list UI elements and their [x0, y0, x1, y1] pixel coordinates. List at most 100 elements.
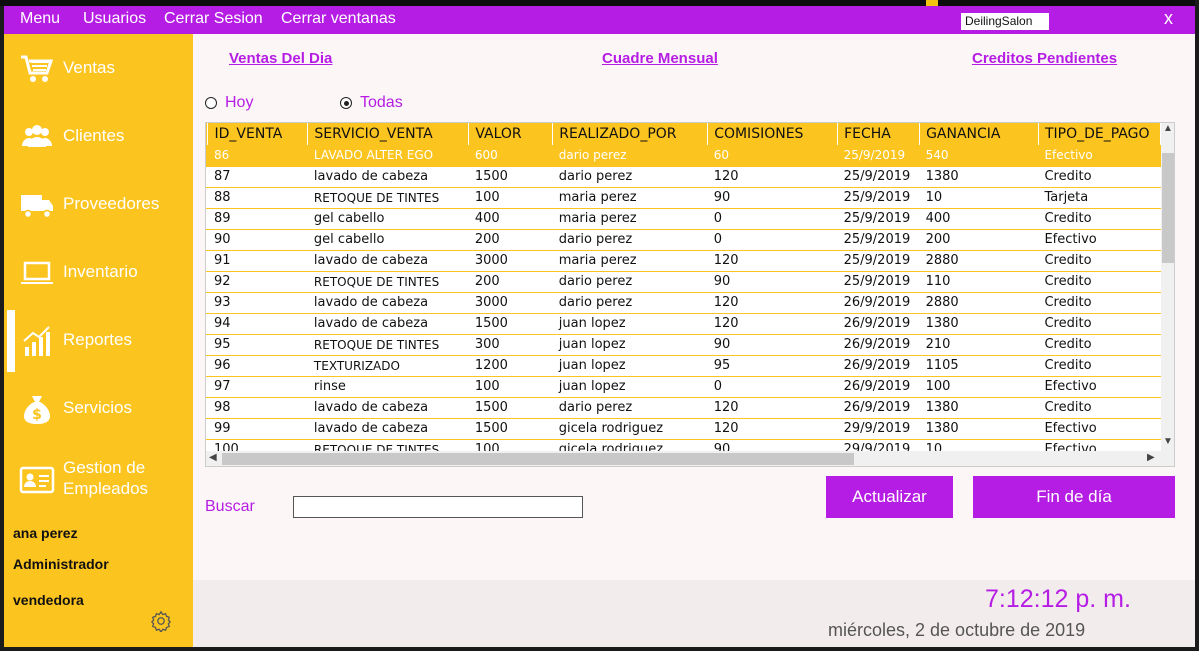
- table-cell: dario perez: [552, 292, 708, 314]
- table-cell: 96: [207, 355, 308, 377]
- user-name: ana perez: [13, 525, 78, 541]
- vertical-scrollbar[interactable]: ▲ ▼: [1161, 123, 1174, 451]
- table-row[interactable]: 92 RETOQUE DE TINTES 200 dario perez 90 25/9/…: [206, 271, 1161, 293]
- table-cell: 3000: [468, 292, 553, 314]
- sidebar-item-label: Reportes: [63, 330, 132, 349]
- sidebar-item-label: Clientes: [63, 126, 125, 145]
- menu-item-menu[interactable]: Menu: [20, 10, 60, 28]
- table-cell: 94: [207, 313, 308, 335]
- radio-circle: [340, 97, 352, 109]
- creditos-pendientes-link[interactable]: Creditos Pendientes: [972, 50, 1117, 67]
- table-row[interactable]: 100 RETOQUE DE TINTES 100 gicela rodriguez 9…: [206, 439, 1161, 451]
- table-row[interactable]: 96 TEXTURIZADO 1200 juan lopez 95 26/9/2019 11…: [206, 355, 1161, 377]
- scroll-right-icon[interactable]: ▶: [1147, 452, 1155, 463]
- table-cell: 25/9/2019: [837, 208, 920, 230]
- fin-de-dia-button[interactable]: Fin de día: [973, 476, 1175, 518]
- scroll-up-icon[interactable]: ▲: [1163, 123, 1173, 134]
- sidebar-item-inventario[interactable]: Inventario: [4, 243, 193, 303]
- table-cell: 90: [707, 439, 838, 451]
- sidebar-item-proveedores[interactable]: Proveedores: [4, 175, 193, 235]
- table-row[interactable]: 99 lavado de cabeza 1500 gicela rodriguez 12…: [206, 418, 1161, 440]
- sidebar-item-clientes[interactable]: Clientes: [4, 107, 193, 167]
- table-row[interactable]: 93 lavado de cabeza 3000 dario perez 120 26/9…: [206, 292, 1161, 314]
- table-cell: 1380: [919, 397, 1039, 419]
- search-input[interactable]: [293, 496, 583, 518]
- table-cell: 93: [207, 292, 308, 314]
- sidebar-item-gestion-de-empleados[interactable]: Gestion de Empleados: [4, 447, 193, 517]
- table-cell: 0: [707, 376, 838, 398]
- sales-table[interactable]: ID_VENTA SERVICIO_VENTA VALOR REALIZADO_…: [205, 122, 1175, 467]
- scroll-thumb[interactable]: [1162, 153, 1174, 263]
- hoy-radio-label: Hoy: [225, 94, 254, 111]
- column-header[interactable]: TIPO_DE_PAGO: [1038, 123, 1161, 145]
- menu-item-cerrar-sesion[interactable]: Cerrar Sesion: [164, 10, 263, 28]
- ventas-del-dia-link[interactable]: Ventas Del Dia: [229, 50, 332, 67]
- table-cell: 25/9/2019: [837, 145, 920, 167]
- column-header[interactable]: SERVICIO_VENTA: [307, 123, 470, 145]
- gear-icon[interactable]: [150, 610, 172, 632]
- table-cell: Credito: [1038, 334, 1161, 356]
- menu-item-cerrar-ventanas[interactable]: Cerrar ventanas: [281, 10, 396, 28]
- table-cell: 1380: [919, 166, 1039, 188]
- table-cell: maria perez: [552, 187, 708, 209]
- table-cell: 2880: [919, 292, 1039, 314]
- close-icon[interactable]: x: [1164, 8, 1173, 29]
- table-cell: 90: [707, 187, 838, 209]
- table-cell: maria perez: [552, 208, 708, 230]
- table-row[interactable]: 86 LAVADO ALTER EGO 600 dario perez 60 25/9/2…: [206, 145, 1161, 167]
- table-row[interactable]: 95 RETOQUE DE TINTES 300 juan lopez 90 26/9/2…: [206, 334, 1161, 356]
- column-header[interactable]: COMISIONES: [707, 123, 839, 145]
- search-label: Buscar: [205, 498, 255, 515]
- sidebar-item-ventas[interactable]: Ventas: [4, 39, 193, 99]
- table-cell: Credito: [1038, 355, 1161, 377]
- table-row[interactable]: 88 RETOQUE DE TINTES 100 maria perez 90 25/9/…: [206, 187, 1161, 209]
- table-cell: RETOQUE DE TINTES: [307, 334, 469, 356]
- table-cell: 26/9/2019: [837, 397, 920, 419]
- table-row[interactable]: 87 lavado de cabeza 1500 dario perez 120 25/9…: [206, 166, 1161, 188]
- table-cell: 95: [707, 355, 838, 377]
- table-cell: lavado de cabeza: [307, 292, 469, 314]
- table-cell: juan lopez: [552, 376, 708, 398]
- table-cell: 87: [207, 166, 308, 188]
- table-cell: 1105: [919, 355, 1039, 377]
- sidebar-item-label: Proveedores: [63, 194, 160, 213]
- table-row[interactable]: 94 lavado de cabeza 1500 juan lopez 120 26/9/…: [206, 313, 1161, 335]
- table-cell: LAVADO ALTER EGO: [307, 145, 469, 167]
- table-cell: 26/9/2019: [837, 355, 920, 377]
- horizontal-scrollbar[interactable]: ◀ ▶: [206, 451, 1161, 466]
- table-row[interactable]: 89 gel cabello 400 maria perez 0 25/9/2019 400…: [206, 208, 1161, 230]
- column-header[interactable]: FECHA: [837, 123, 921, 145]
- table-cell: 86: [207, 145, 308, 167]
- table-cell: 100: [468, 187, 553, 209]
- table-row[interactable]: 90 gel cabello 200 dario perez 0 25/9/2019 200…: [206, 229, 1161, 251]
- table-header-row: ID_VENTA SERVICIO_VENTA VALOR REALIZADO_…: [206, 123, 1161, 145]
- column-header[interactable]: REALIZADO_POR: [552, 123, 709, 145]
- column-header[interactable]: ID_VENTA: [207, 123, 309, 145]
- menu-item-usuarios[interactable]: Usuarios: [83, 10, 146, 28]
- column-header[interactable]: GANANCIA: [919, 123, 1039, 145]
- table-cell: RETOQUE DE TINTES: [307, 271, 469, 293]
- table-cell: rinse: [307, 376, 469, 398]
- scroll-thumb[interactable]: [222, 453, 854, 465]
- table-cell: 10: [919, 439, 1039, 451]
- sidebar-item-servicios[interactable]: $ Servicios: [4, 379, 193, 439]
- table-cell: 210: [919, 334, 1039, 356]
- scroll-down-icon[interactable]: ▼: [1163, 436, 1173, 447]
- table-cell: Efectivo: [1038, 418, 1161, 440]
- table-cell: 25/9/2019: [837, 166, 920, 188]
- table-cell: juan lopez: [552, 334, 708, 356]
- actualizar-button[interactable]: Actualizar: [826, 476, 953, 518]
- scroll-left-icon[interactable]: ◀: [209, 452, 217, 463]
- sidebar-item-reportes[interactable]: Reportes: [4, 311, 193, 371]
- table-cell: 0: [707, 208, 838, 230]
- table-row[interactable]: 98 lavado de cabeza 1500 dario perez 120 26/9…: [206, 397, 1161, 419]
- cuadre-mensual-link[interactable]: Cuadre Mensual: [602, 50, 718, 67]
- table-cell: 25/9/2019: [837, 187, 920, 209]
- table-cell: 100: [919, 376, 1039, 398]
- table-row[interactable]: 91 lavado de cabeza 3000 maria perez 120 25/9…: [206, 250, 1161, 272]
- column-header[interactable]: VALOR: [468, 123, 554, 145]
- table-row[interactable]: 97 rinse 100 juan lopez 0 26/9/2019 100 Efectiv…: [206, 376, 1161, 398]
- table-cell: 120: [707, 166, 838, 188]
- table-cell: 88: [207, 187, 308, 209]
- laptop-icon: [21, 261, 53, 284]
